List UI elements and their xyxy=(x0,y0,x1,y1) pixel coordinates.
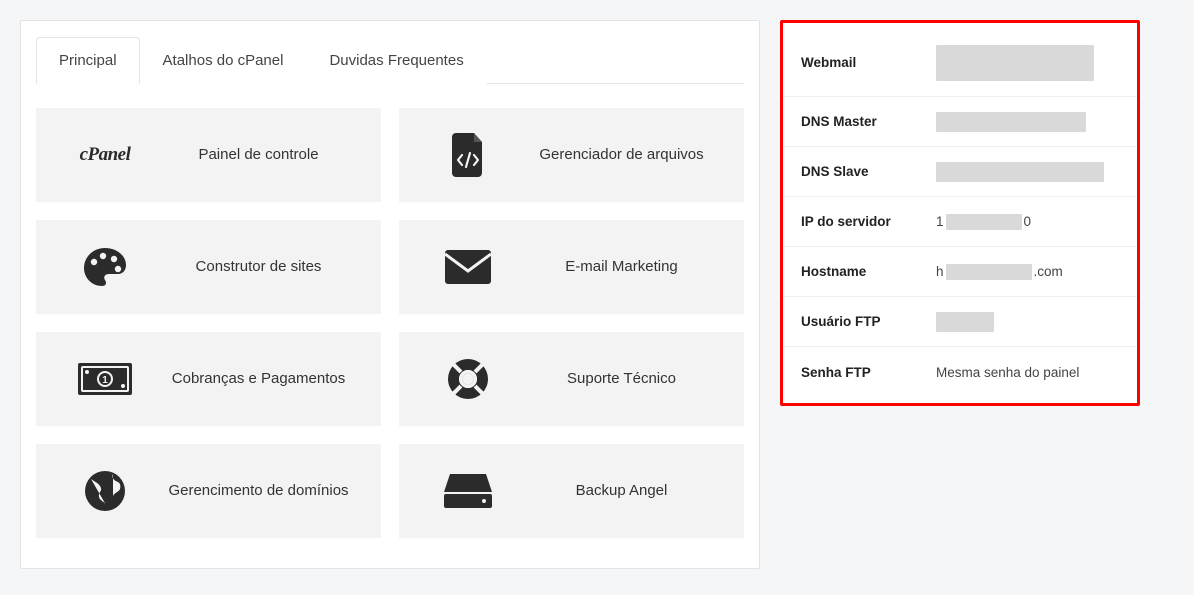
life-ring-icon xyxy=(413,357,523,401)
tab-principal[interactable]: Principal xyxy=(36,37,140,84)
tile-label: Painel de controle xyxy=(160,145,367,165)
main-panel: Principal Atalhos do cPanel Duvidas Freq… xyxy=(20,20,760,569)
tile-email-marketing[interactable]: E-mail Marketing xyxy=(399,220,744,314)
info-label: Webmail xyxy=(801,55,936,70)
info-label: IP do servidor xyxy=(801,214,936,229)
info-row-dns-slave: DNS Slave xyxy=(783,147,1137,197)
tile-label: E-mail Marketing xyxy=(523,257,730,277)
tile-construtor-sites[interactable]: Construtor de sites xyxy=(36,220,381,314)
info-row-hostname: Hostname h.com xyxy=(783,247,1137,297)
svg-text:1: 1 xyxy=(102,375,108,386)
tile-label: Gerencimento de domínios xyxy=(160,481,367,501)
envelope-icon xyxy=(413,250,523,284)
tile-gerenciamento-dominios[interactable]: Gerencimento de domínios xyxy=(36,444,381,538)
info-row-dns-master: DNS Master xyxy=(783,97,1137,147)
info-row-ip-servidor: IP do servidor 10 xyxy=(783,197,1137,247)
info-label: Senha FTP xyxy=(801,365,936,380)
info-label: Usuário FTP xyxy=(801,314,936,329)
info-row-usuario-ftp: Usuário FTP xyxy=(783,297,1137,347)
info-value-redacted xyxy=(936,45,1094,81)
info-value-redacted xyxy=(936,112,1086,132)
cpanel-logo-icon: cPanel xyxy=(50,144,160,166)
globe-icon xyxy=(50,469,160,513)
tile-label: Cobranças e Pagamentos xyxy=(160,369,367,389)
tiles-grid: cPanel Painel de controle Gerenciador de… xyxy=(36,108,744,538)
tile-label: Construtor de sites xyxy=(160,257,367,277)
tile-suporte-tecnico[interactable]: Suporte Técnico xyxy=(399,332,744,426)
tile-cobrancas-pagamentos[interactable]: 1 Cobranças e Pagamentos xyxy=(36,332,381,426)
info-value-masked: h.com xyxy=(936,264,1063,280)
info-label: Hostname xyxy=(801,264,936,279)
palette-icon xyxy=(50,246,160,288)
tab-atalhos-cpanel[interactable]: Atalhos do cPanel xyxy=(140,37,307,84)
info-value-masked: 10 xyxy=(936,214,1031,230)
info-label: DNS Master xyxy=(801,114,936,129)
info-label: DNS Slave xyxy=(801,164,936,179)
tile-label: Gerenciador de arquivos xyxy=(523,145,730,165)
info-row-webmail: Webmail xyxy=(783,29,1137,97)
code-file-icon xyxy=(413,133,523,177)
tab-duvidas-frequentes[interactable]: Duvidas Frequentes xyxy=(306,37,486,84)
tile-painel-controle[interactable]: cPanel Painel de controle xyxy=(36,108,381,202)
tile-gerenciador-arquivos[interactable]: Gerenciador de arquivos xyxy=(399,108,744,202)
tabs-bar: Principal Atalhos do cPanel Duvidas Freq… xyxy=(36,36,744,84)
server-info-panel: Webmail DNS Master DNS Slave IP do servi… xyxy=(780,20,1140,406)
tile-label: Backup Angel xyxy=(523,481,730,501)
tile-backup-angel[interactable]: Backup Angel xyxy=(399,444,744,538)
info-value-redacted xyxy=(936,162,1104,182)
money-bill-icon: 1 xyxy=(50,363,160,395)
info-value-text: Mesma senha do painel xyxy=(936,365,1079,380)
tile-label: Suporte Técnico xyxy=(523,369,730,389)
info-row-senha-ftp: Senha FTP Mesma senha do painel xyxy=(783,347,1137,397)
info-value-redacted xyxy=(936,312,994,332)
hard-drive-icon xyxy=(413,474,523,508)
